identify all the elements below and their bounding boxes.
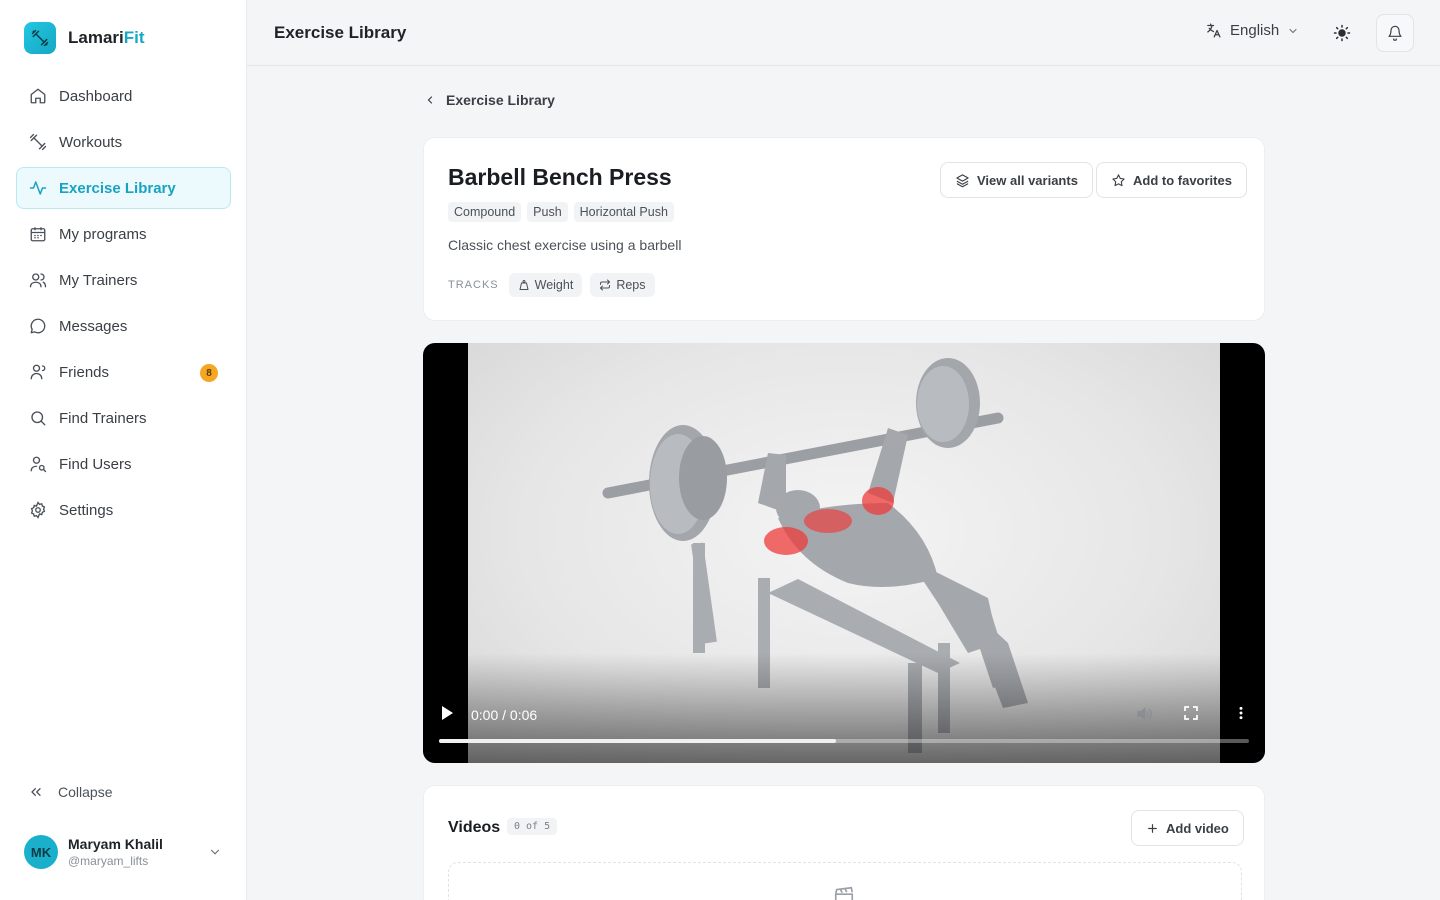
view-all-variants-button[interactable]: View all variants (940, 162, 1093, 198)
video-dropzone[interactable] (448, 862, 1242, 900)
tag: Compound (448, 202, 522, 222)
search-icon (29, 409, 47, 427)
brand[interactable]: LamariFit (24, 22, 145, 54)
sidebar-item-exercise-library[interactable]: Exercise Library (16, 167, 231, 209)
sidebar-nav: Dashboard Workouts Exercise Library My p… (16, 75, 231, 535)
sidebar-item-label: Friends (59, 363, 110, 381)
sidebar-item-my-trainers[interactable]: My Trainers (16, 259, 231, 301)
sidebar-item-dashboard[interactable]: Dashboard (16, 75, 231, 117)
sidebar-item-label: Find Trainers (59, 409, 147, 427)
add-video-button[interactable]: Add video (1131, 810, 1244, 846)
top-header: Exercise Library English (247, 0, 1440, 66)
exercise-title: Barbell Bench Press (448, 164, 672, 190)
user-name: Maryam Khalil (68, 836, 163, 852)
sidebar-item-find-trainers[interactable]: Find Trainers (16, 397, 231, 439)
layers-icon (956, 173, 969, 187)
translate-icon (1207, 23, 1221, 38)
exercise-detail-card: Barbell Bench Press Compound Push Horizo… (423, 137, 1265, 321)
sidebar-item-find-users[interactable]: Find Users (16, 443, 231, 485)
videos-card: Videos 0 of 5 Add video (423, 785, 1265, 900)
play-button[interactable] (440, 705, 454, 726)
collapse-button[interactable]: Collapse (28, 784, 112, 800)
volume-icon (1137, 707, 1152, 721)
video-time: 0:00 / 0:06 (471, 707, 538, 723)
avatar: MK (24, 835, 58, 869)
vertical-dots-icon (1239, 706, 1243, 720)
brand-name: LamariFit (68, 28, 145, 47)
tracks-row: TRACKS Weight Reps (448, 273, 655, 297)
tag: Horizontal Push (573, 202, 674, 222)
dumbbell-logo-icon (24, 22, 56, 54)
exercise-description: Classic chest exercise using a barbell (448, 237, 682, 253)
page-title: Exercise Library (274, 23, 407, 42)
user-group-icon (29, 363, 47, 381)
dumbbell-icon (29, 133, 47, 151)
sidebar-item-label: Workouts (59, 133, 123, 151)
sidebar-item-label: Find Users (59, 455, 132, 473)
home-icon (29, 87, 47, 105)
language-select[interactable]: English (1205, 22, 1299, 39)
exercise-tags: Compound Push Horizontal Push (448, 202, 674, 222)
sidebar-item-label: Messages (59, 317, 128, 335)
sun-icon (1333, 24, 1351, 42)
add-to-favorites-button[interactable]: Add to favorites (1096, 162, 1247, 198)
sidebar-item-settings[interactable]: Settings (16, 489, 231, 531)
tag: Push (527, 202, 568, 222)
sidebar-item-label: Dashboard (59, 87, 133, 105)
chevron-down-icon (210, 849, 220, 855)
fullscreen-button[interactable] (1183, 705, 1199, 726)
chevron-down-icon (1289, 28, 1297, 33)
videos-title: Videos (448, 819, 501, 836)
exercise-video-player[interactable]: 0:00 / 0:06 (423, 343, 1265, 763)
user-menu[interactable]: MK Maryam Khalil @maryam_lifts (24, 833, 224, 871)
track-chip-reps: Reps (590, 273, 655, 297)
user-handle: @maryam_lifts (68, 854, 149, 868)
play-icon (442, 706, 453, 720)
chevrons-left-icon (31, 788, 41, 796)
notifications-button[interactable] (1376, 14, 1414, 52)
sidebar-item-label: My programs (59, 225, 147, 243)
tracks-label: TRACKS (448, 279, 499, 291)
theme-toggle-button[interactable] (1329, 20, 1355, 46)
sidebar: LamariFit Dashboard Workouts Exercise Li… (0, 0, 247, 900)
friends-count-badge: 8 (200, 364, 218, 382)
weight-icon (519, 280, 529, 290)
users-icon (29, 271, 47, 289)
sidebar-item-label: Exercise Library (59, 179, 176, 197)
sidebar-item-label: Settings (59, 501, 114, 519)
user-search-icon (29, 455, 47, 473)
sidebar-item-workouts[interactable]: Workouts (16, 121, 231, 163)
video-progress-bar[interactable] (439, 739, 1249, 743)
sidebar-item-label: My Trainers (59, 271, 138, 289)
chevron-left-icon (427, 96, 433, 104)
more-options-button[interactable] (1233, 705, 1249, 726)
star-icon (1112, 173, 1125, 186)
bell-icon (1388, 25, 1402, 41)
message-icon (29, 317, 47, 335)
sidebar-item-messages[interactable]: Messages (16, 305, 231, 347)
sidebar-item-friends[interactable]: Friends 8 (16, 351, 231, 393)
activity-icon (29, 179, 47, 197)
calendar-icon (29, 225, 47, 243)
sidebar-item-my-programs[interactable]: My programs (16, 213, 231, 255)
plus-icon (1148, 823, 1157, 833)
language-label: English (1230, 22, 1280, 39)
clapperboard-icon (834, 886, 854, 900)
collapse-label: Collapse (58, 784, 113, 800)
breadcrumb[interactable]: Exercise Library (424, 92, 555, 108)
track-chip-weight: Weight (508, 273, 583, 297)
video-progress-fill (439, 739, 836, 743)
breadcrumb-label: Exercise Library (446, 92, 555, 108)
fullscreen-icon (1184, 706, 1198, 720)
videos-count-badge: 0 of 5 (507, 818, 558, 835)
volume-button[interactable] (1135, 705, 1153, 728)
gear-icon (29, 501, 47, 519)
repeat-icon (600, 279, 611, 291)
